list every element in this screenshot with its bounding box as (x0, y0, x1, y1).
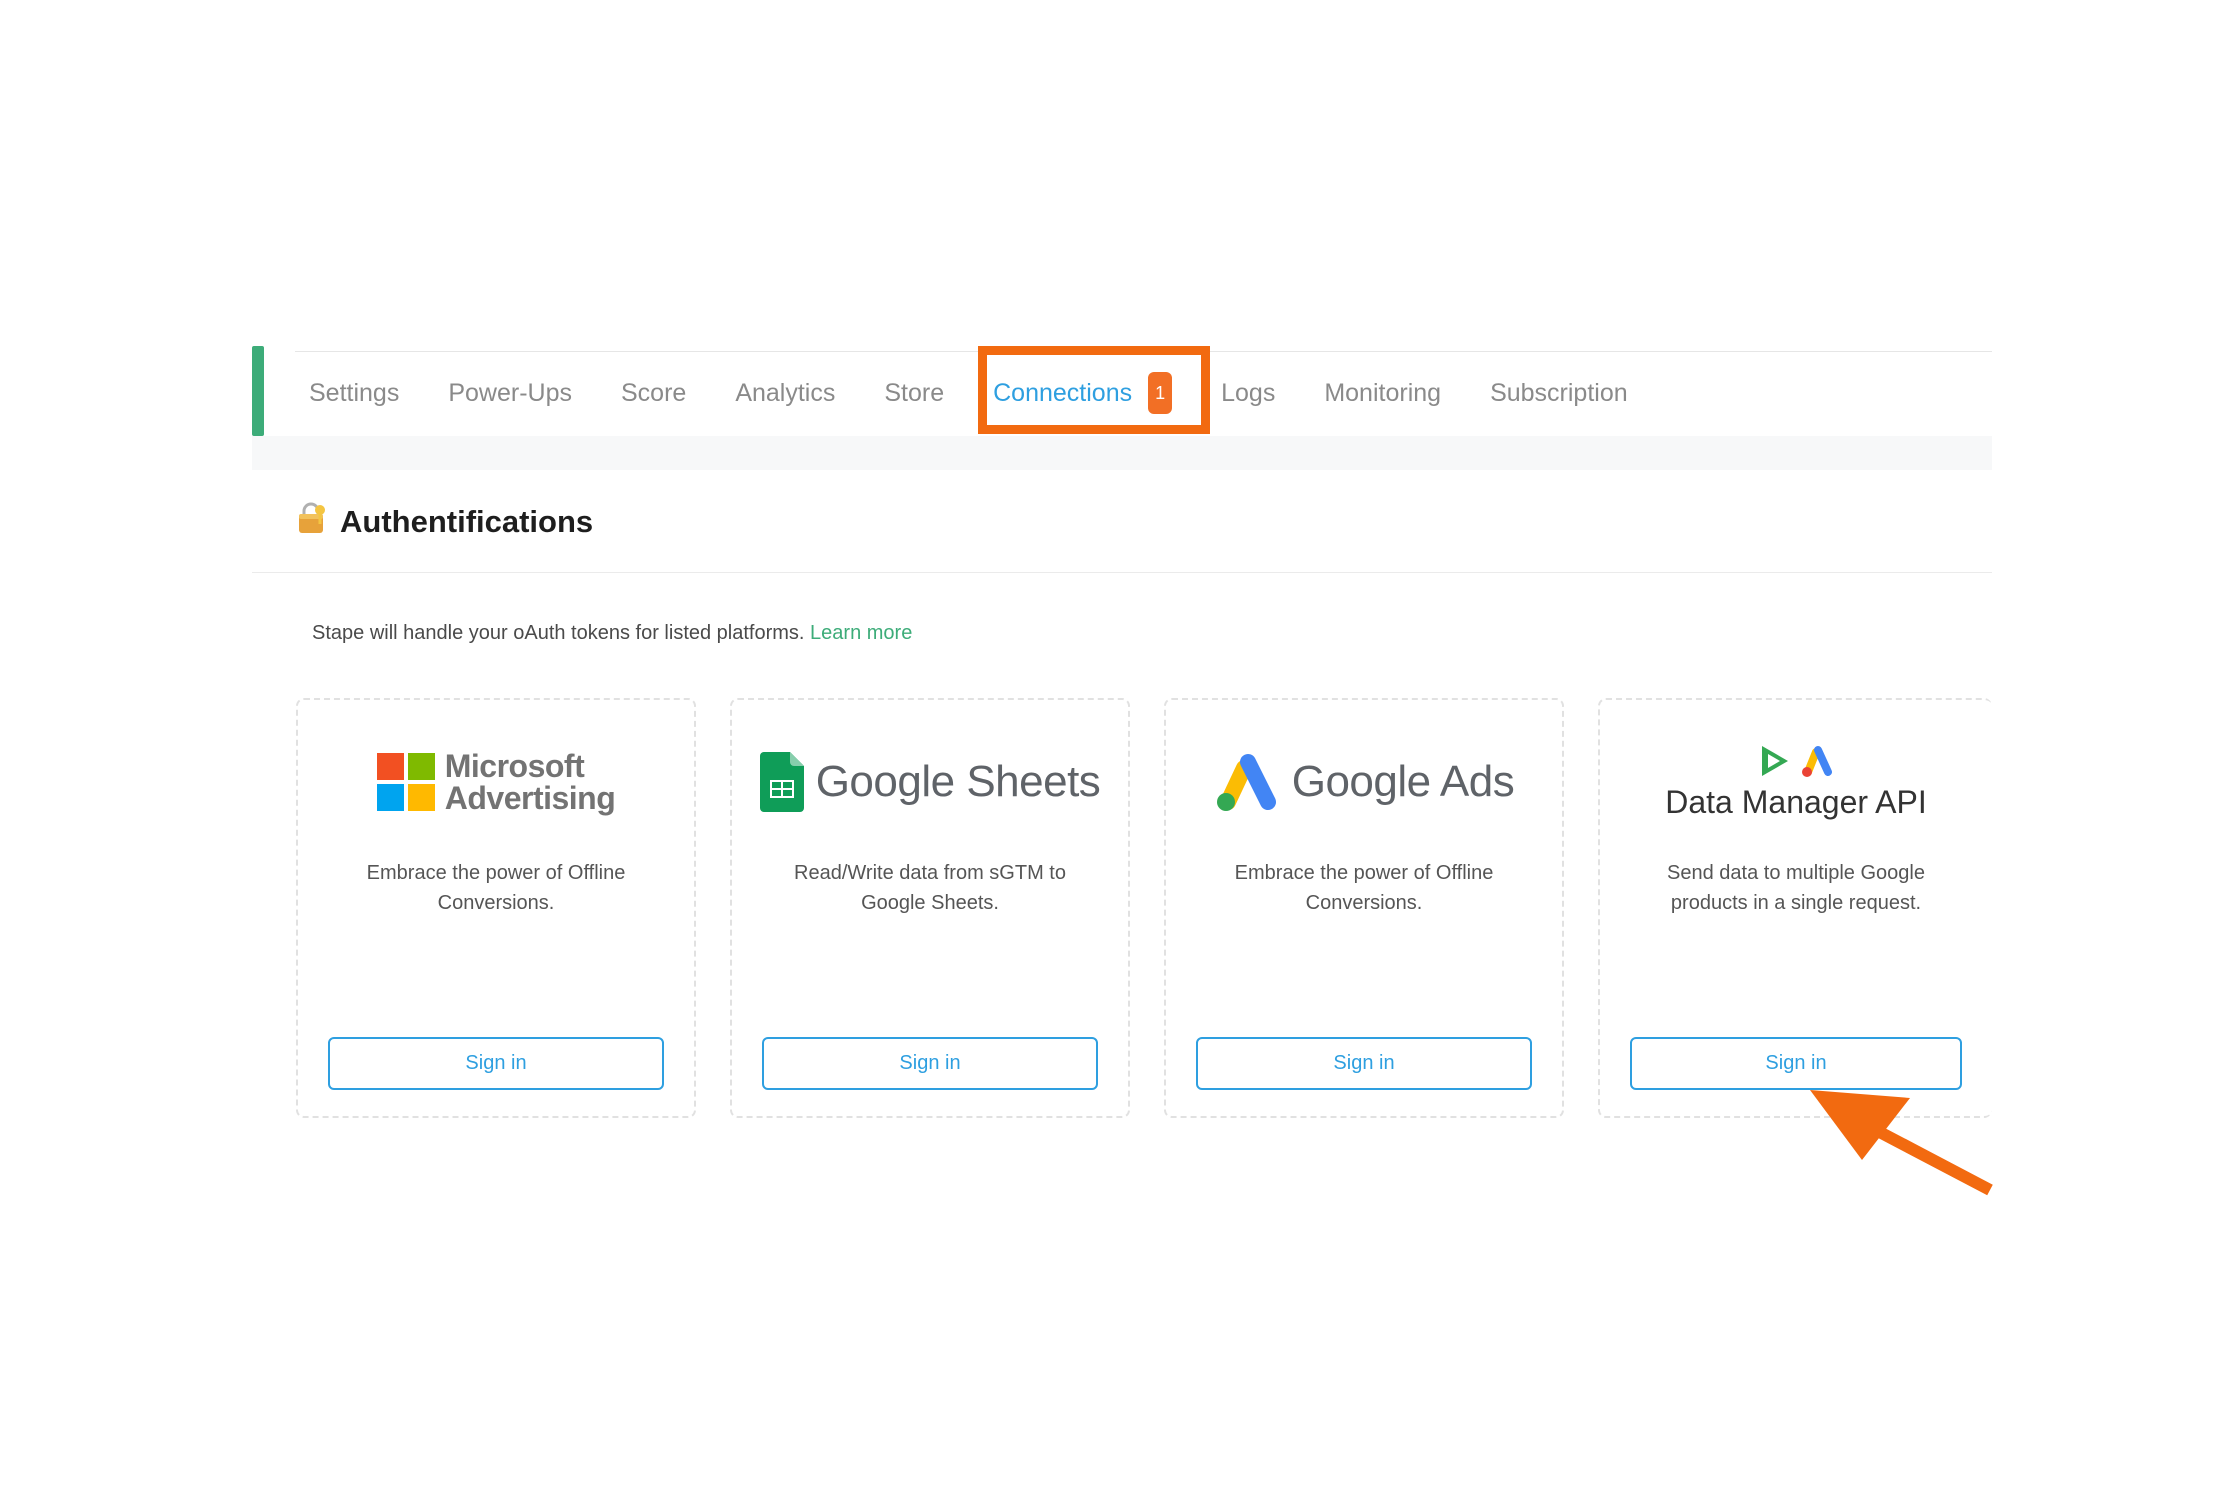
tab-monitoring[interactable]: Monitoring (1324, 352, 1441, 434)
tab-settings[interactable]: Settings (309, 352, 399, 434)
orange-arrow-annotation (1810, 1090, 1993, 1196)
section-divider (252, 572, 1992, 573)
google-sheets-logo: Google Sheets (732, 742, 1128, 822)
google-sheets-sign-in-button[interactable]: Sign in (762, 1037, 1098, 1090)
lock-key-icon (296, 501, 328, 543)
intro-text: Stape will handle your oAuth tokens for … (312, 622, 912, 645)
tab-label: Subscription (1490, 378, 1628, 407)
logo-prefix: Google (1291, 757, 1431, 806)
microsoft-logo-icon (376, 753, 435, 811)
tab-subscription[interactable]: Subscription (1490, 352, 1628, 434)
tab-label: Monitoring (1324, 378, 1442, 407)
intro-sentence: Stape will handle your oAuth tokens for … (312, 622, 805, 644)
tab-label: Settings (309, 378, 400, 407)
card-description: Embrace the power of Offline Conversions… (1234, 862, 1494, 914)
tab-label: Score (621, 378, 687, 407)
tab-store[interactable]: Store (884, 352, 944, 434)
logo-line-1: Microsoft (444, 748, 585, 784)
card-google-ads: Google Ads Embrace the power of Offline … (1164, 698, 1564, 1118)
card-description: Read/Write data from sGTM to Google Shee… (794, 862, 1066, 914)
tab-score[interactable]: Score (621, 352, 686, 434)
data-manager-icon (1761, 745, 1832, 777)
google-ads-sign-in-button[interactable]: Sign in (1196, 1037, 1532, 1090)
tab-label: Power-Ups (448, 378, 572, 407)
data-manager-sign-in-button[interactable]: Sign in (1630, 1037, 1962, 1090)
connections-highlight-box (978, 346, 1210, 434)
section-heading: Authentifications (296, 501, 593, 543)
data-manager-api-logo: Data Manager API (1600, 742, 1992, 822)
tab-power-ups[interactable]: Power-Ups (448, 352, 572, 434)
tab-label: Logs (1221, 378, 1276, 407)
microsoft-wordmark: Microsoft Advertising (445, 750, 616, 814)
tab-label: Analytics (735, 378, 836, 407)
logo-suffix: Ads (1439, 757, 1515, 806)
google-ads-logo: Google Ads (1166, 742, 1562, 822)
google-ads-wordmark: Google Ads (1292, 757, 1515, 807)
section-title: Authentifications (340, 504, 594, 539)
logo-suffix: Sheets (966, 757, 1101, 806)
google-sheets-icon (759, 752, 804, 812)
logo-line-2: Advertising (444, 780, 616, 816)
connections-panel: Settings Power-Ups Score Analytics Store… (252, 346, 1992, 1146)
tab-underlay-strip (252, 436, 1992, 470)
card-description: Embrace the power of Offline Conversions… (366, 862, 626, 914)
microsoft-advertising-logo: Microsoft Advertising (298, 742, 694, 822)
card-description: Send data to multiple Google products in… (1667, 862, 1925, 914)
microsoft-sign-in-button[interactable]: Sign in (328, 1037, 664, 1090)
tab-logs[interactable]: Logs (1221, 352, 1275, 434)
google-ads-icon (1216, 754, 1276, 811)
accent-bar (252, 346, 264, 436)
card-data-manager-api: Data Manager API Send data to multiple G… (1598, 698, 1992, 1118)
logo-prefix: Google (815, 757, 955, 806)
tab-analytics[interactable]: Analytics (735, 352, 835, 434)
learn-more-link[interactable]: Learn more (810, 622, 912, 644)
google-sheets-wordmark: Google Sheets (816, 757, 1101, 807)
tab-label: Store (884, 378, 945, 407)
card-microsoft-advertising: Microsoft Advertising Embrace the power … (296, 698, 696, 1118)
card-google-sheets: Google Sheets Read/Write data from sGTM … (730, 698, 1130, 1118)
data-manager-wordmark: Data Manager API (1665, 783, 1927, 820)
